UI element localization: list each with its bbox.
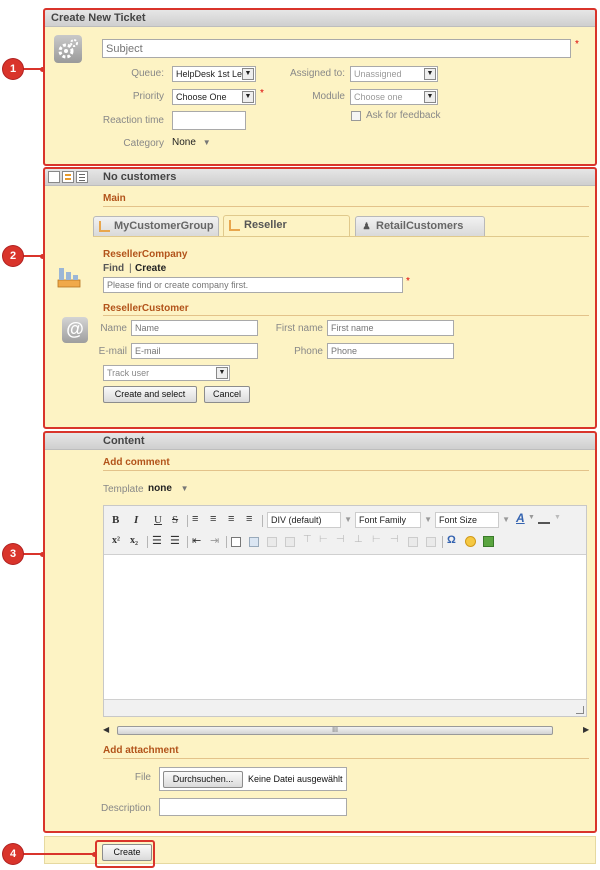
callout-badge: 4 <box>3 844 23 864</box>
callout-dot <box>40 552 45 557</box>
highlight-box <box>43 167 597 429</box>
callout-dot <box>92 852 97 857</box>
callout-badge: 3 <box>3 544 23 564</box>
callout-line <box>20 853 94 855</box>
callout-badge: 2 <box>3 246 23 266</box>
highlight-box <box>95 840 155 868</box>
highlight-box <box>43 8 597 166</box>
callout-dot <box>40 67 45 72</box>
callout-badge: 1 <box>3 59 23 79</box>
callout-dot <box>40 254 45 259</box>
callout-line <box>20 553 42 555</box>
callout-line <box>20 68 42 70</box>
callout-line <box>20 255 42 257</box>
highlight-box <box>43 431 597 833</box>
